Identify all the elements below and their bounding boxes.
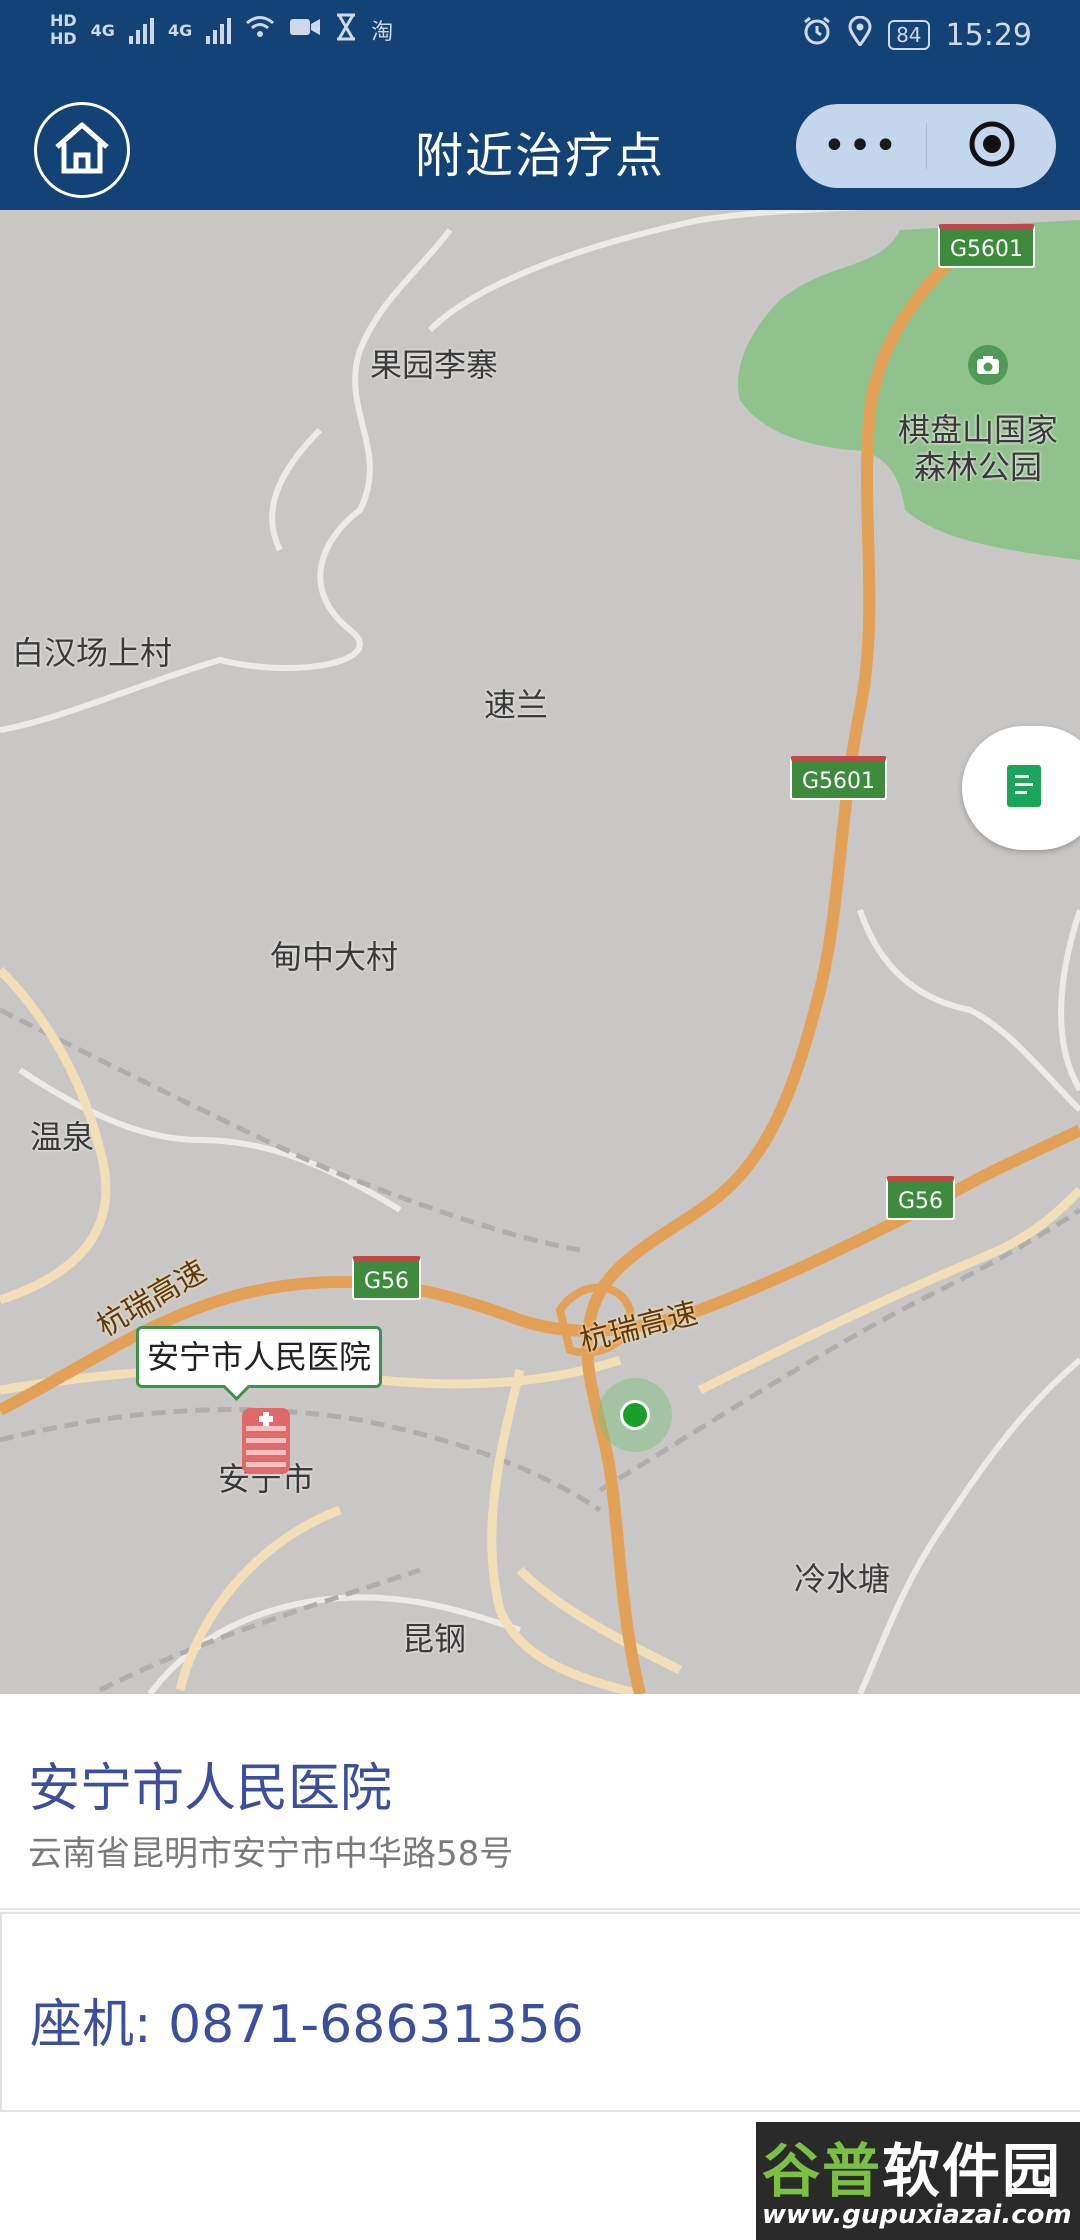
hospital-callout[interactable]: 安宁市人民医院 xyxy=(136,1326,383,1388)
hospital-name: 安宁市人民医院 xyxy=(28,1759,393,1819)
close-button[interactable] xyxy=(927,118,1056,174)
location-icon xyxy=(848,15,872,54)
watermark-part1: 谷普 xyxy=(762,2137,883,2205)
video-icon xyxy=(289,15,321,45)
hd-badges: HD HD xyxy=(50,12,77,48)
signal-icon xyxy=(128,16,154,44)
taobao-icon: 淘 xyxy=(371,20,394,45)
status-right: 84 15:29 xyxy=(802,15,1032,54)
hd-badge: HD xyxy=(50,11,77,30)
watermark-part2: 软件园 xyxy=(882,2137,1063,2205)
document-icon xyxy=(1006,764,1042,812)
phone-line: 座机: 0871-68631356 xyxy=(30,1982,584,2057)
signal-icon xyxy=(206,16,232,44)
highway-shield: G5601 xyxy=(938,224,1036,268)
map-view[interactable]: 果园李寨 棋盘山国家 森林公园 白汉场上村 速兰 甸中大村 温泉 安宁市 冷水塘… xyxy=(0,210,1080,1694)
wifi-icon xyxy=(245,14,275,47)
watermark-title: 谷普软件园 xyxy=(762,2124,1074,2208)
hospital-marker-icon[interactable] xyxy=(236,1400,296,1480)
watermark-url: www.gupuxiazai.com xyxy=(762,2200,1072,2230)
highway-shield: G56 xyxy=(886,1176,956,1220)
place-label: 速兰 xyxy=(484,686,549,724)
current-location-dot xyxy=(620,1400,650,1430)
place-label: 果园李寨 xyxy=(370,346,499,384)
scenic-spot-icon xyxy=(968,345,1008,385)
clock: 15:29 xyxy=(945,17,1032,53)
highway-shield: G56 xyxy=(352,1256,422,1300)
hospital-info-panel: 安宁市人民医院 云南省昆明市安宁市中华路58号 xyxy=(0,1694,1080,1910)
place-label: 白汉场上村 xyxy=(12,634,173,672)
place-label: 甸中大村 xyxy=(270,938,399,976)
hospital-address: 云南省昆明市安宁市中华路58号 xyxy=(28,1834,514,1874)
hd-badge: HD xyxy=(50,29,77,48)
phone-number[interactable]: 0871-68631356 xyxy=(168,1995,584,2055)
phone-label: 座机: xyxy=(30,1995,169,2055)
target-close-icon xyxy=(966,118,1018,174)
hourglass-icon xyxy=(335,13,357,48)
nav-bar: 附近治疗点 ••• xyxy=(0,80,1080,210)
alarm-icon xyxy=(802,16,832,54)
place-label: 森林公园 xyxy=(914,448,1043,486)
network-type: 4G xyxy=(167,20,193,40)
more-button[interactable]: ••• xyxy=(796,126,926,166)
phone-row[interactable]: 座机: 0871-68631356 xyxy=(0,1912,1080,2112)
battery-indicator: 84 xyxy=(888,20,930,50)
place-label: 昆钢 xyxy=(402,1620,467,1658)
place-label: 冷水塘 xyxy=(794,1560,891,1598)
miniapp-capsule: ••• xyxy=(796,104,1056,188)
place-label: 温泉 xyxy=(30,1118,95,1156)
highway-shield: G5601 xyxy=(790,756,888,800)
status-bar: HD HD 4G 4G 淘 84 15:29 xyxy=(0,0,1080,80)
forest-park-area xyxy=(738,220,1080,560)
network-type: 4G xyxy=(90,20,115,40)
site-watermark: 谷普软件园 www.gupuxiazai.com xyxy=(756,2122,1080,2240)
list-toggle-button[interactable] xyxy=(962,726,1080,850)
status-left: HD HD 4G 4G 淘 xyxy=(50,12,393,48)
